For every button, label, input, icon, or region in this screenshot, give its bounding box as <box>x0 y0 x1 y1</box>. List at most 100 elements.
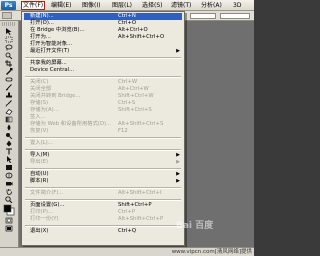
menu-file[interactable]: 文件(F) <box>21 1 46 10</box>
menu-item-open-as[interactable]: 打开为... Alt+Shift+Ctrl+O <box>24 34 182 41</box>
option-field[interactable] <box>220 13 250 19</box>
menu-item-import[interactable]: 导入(M) ▶ <box>24 152 182 159</box>
type-tool-icon[interactable] <box>3 148 15 155</box>
menu-item-revert[interactable]: 恢复(V) F12 <box>24 128 182 135</box>
menu-item-shortcut: Shift+Ctrl+P <box>118 202 152 208</box>
menu-analysis[interactable]: 分析(A) <box>200 1 223 10</box>
menu-item-open[interactable]: 打开(O)... Ctrl+O <box>24 20 182 27</box>
menu-item-scripts[interactable]: 脚本(R) ▶ <box>24 178 182 185</box>
menu-item-export[interactable]: 导出(E) ▶ <box>24 159 182 166</box>
crop-tool-icon[interactable] <box>3 60 15 67</box>
menu-image[interactable]: 图像(I) <box>81 1 101 10</box>
gradient-tool-icon[interactable] <box>3 116 15 123</box>
menu-item-label: 脚本(R) <box>30 178 49 184</box>
menu-item-exit[interactable]: 退出(X) Ctrl+Q <box>24 228 182 235</box>
quick-mask-icon[interactable] <box>3 217 15 224</box>
zoom-tool-icon[interactable] <box>3 196 15 203</box>
menu-item-file-info[interactable]: 文件简介(F)... Alt+Shift+Ctrl+I <box>24 190 182 197</box>
menu-item-label: 置入(L)... <box>30 140 53 146</box>
option-field[interactable] <box>190 13 216 19</box>
3d-rotate-tool-icon[interactable] <box>3 172 15 179</box>
dodge-tool-icon[interactable] <box>3 132 15 139</box>
marquee-tool-icon[interactable] <box>3 36 15 43</box>
lasso-tool-icon[interactable] <box>3 44 15 51</box>
hand-tool-icon[interactable] <box>3 188 15 195</box>
menu-item-shortcut: Alt+Ctrl+W <box>118 86 149 92</box>
menu-item-shortcut: Ctrl+P <box>118 209 136 215</box>
menu-item-label: 在 Bridge 中浏览(B)... <box>30 27 85 33</box>
file-menu-dropdown: 新建(N)... Ctrl+N 打开(O)... Ctrl+O 在 Bridge… <box>21 11 185 246</box>
menu-item-label: 打开为智能对象... <box>30 41 73 47</box>
menu-item-label: 存储为 Web 和设备所用格式(D)... <box>30 121 112 127</box>
status-bar: www.vipcn.com[清风网络]提供 <box>0 247 254 256</box>
path-selection-tool-icon[interactable] <box>3 156 15 163</box>
menu-separator <box>25 225 181 227</box>
menu-item-browse-in-bridge[interactable]: 在 Bridge 中浏览(B)... Alt+Ctrl+O <box>24 27 182 34</box>
shape-tool-icon[interactable] <box>3 164 15 171</box>
menu-layer[interactable]: 图层(L) <box>111 1 133 10</box>
menu-separator <box>25 137 181 139</box>
menu-item-label: Device Central... <box>30 67 75 73</box>
pen-tool-icon[interactable] <box>3 140 15 147</box>
menu-item-new[interactable]: 新建(N)... Ctrl+N <box>24 13 182 20</box>
menu-filter[interactable]: 滤镜(T) <box>170 1 192 10</box>
menu-separator <box>25 57 181 59</box>
menu-item-label: 共享我的屏幕... <box>30 60 67 66</box>
menu-item-label: 打开为... <box>30 34 51 40</box>
menu-item-save[interactable]: 存储(S) Ctrl+S <box>24 100 182 107</box>
menu-item-save-for-web[interactable]: 存储为 Web 和设备所用格式(D)... Alt+Shift+Ctrl+S <box>24 121 182 128</box>
menu-item-automate[interactable]: 自动(U) ▶ <box>24 171 182 178</box>
tool-preset-picker[interactable] <box>2 12 12 19</box>
menu-item-label: 关闭全部 <box>30 86 52 92</box>
menu-item-label: 自动(U) <box>30 171 49 177</box>
menu-item-shortcut: Alt+Ctrl+O <box>118 27 148 33</box>
menu-item-close[interactable]: 关闭(C) Ctrl+W <box>24 79 182 86</box>
quick-selection-tool-icon[interactable] <box>3 52 15 59</box>
menu-item-check-in[interactable]: 签入... <box>24 114 182 121</box>
menu-item-page-setup[interactable]: 页面设置(G)... Shift+Ctrl+P <box>24 202 182 209</box>
brush-tool-icon[interactable] <box>3 84 15 91</box>
panel-grip[interactable] <box>2 22 16 26</box>
menu-item-open-recent[interactable]: 最近打开文件(T) ▶ <box>24 48 182 55</box>
menu-item-print[interactable]: 打印(P)... Ctrl+P <box>24 209 182 216</box>
menu-3d[interactable]: 3D <box>232 1 242 10</box>
menu-item-label: 签入... <box>30 114 46 120</box>
menu-item-shortcut: Alt+Shift+Ctrl+O <box>118 34 165 40</box>
menu-item-shortcut: Ctrl+Q <box>118 228 137 234</box>
menu-item-label: 最近打开文件(T) <box>30 48 70 54</box>
menu-item-label: 导出(E) <box>30 159 49 165</box>
clone-stamp-tool-icon[interactable] <box>3 92 15 99</box>
menu-item-print-one-copy[interactable]: 打印一份(Y) Alt+Shift+Ctrl+P <box>24 216 182 223</box>
menu-item-save-as[interactable]: 存储为(A)... Shift+Ctrl+S <box>24 107 182 114</box>
menu-item-shortcut: Ctrl+N <box>118 13 136 19</box>
menu-item-close-all[interactable]: 关闭全部 Alt+Ctrl+W <box>24 86 182 93</box>
menu-item-share-my-screen[interactable]: 共享我的屏幕... <box>24 60 182 67</box>
menu-item-open-as-smart-object[interactable]: 打开为智能对象... <box>24 41 182 48</box>
menu-separator <box>25 199 181 201</box>
menu-item-shortcut: Alt+Shift+Ctrl+S <box>118 121 164 127</box>
menu-separator <box>25 187 181 189</box>
screen-mode-icon[interactable] <box>3 225 15 232</box>
eyedropper-tool-icon[interactable] <box>3 68 15 75</box>
baidu-watermark: Bai 百度 <box>176 221 214 231</box>
menu-item-close-and-go-to-bridge[interactable]: 关闭并转到 Bridge... Shift+Ctrl+W <box>24 93 182 100</box>
blur-tool-icon[interactable] <box>3 124 15 131</box>
eraser-tool-icon[interactable] <box>3 108 15 115</box>
3d-camera-tool-icon[interactable] <box>3 180 15 187</box>
photoshop-logo: Ps <box>1 1 16 10</box>
tools-panel <box>0 21 19 247</box>
menu-item-label: 导入(M) <box>30 152 50 158</box>
move-tool-icon[interactable] <box>3 28 15 35</box>
healing-brush-tool-icon[interactable] <box>3 76 15 83</box>
submenu-arrow-icon: ▶ <box>176 159 180 165</box>
menu-item-place[interactable]: 置入(L)... <box>24 140 182 147</box>
color-swatches-icon[interactable] <box>3 204 15 216</box>
menu-bar: Ps 文件(F) 编辑(E) 图像(I) 图层(L) 选择(S) 滤镜(T) 分… <box>0 0 254 11</box>
menu-edit[interactable]: 编辑(E) <box>50 1 72 10</box>
menu-item-device-central[interactable]: Device Central... <box>24 67 182 74</box>
menu-separator <box>25 76 181 78</box>
menu-select[interactable]: 选择(S) <box>141 1 164 10</box>
menu-item-label: 打开(O)... <box>30 20 54 26</box>
menu-item-label: 文件简介(F)... <box>30 190 64 196</box>
history-brush-tool-icon[interactable] <box>3 100 15 107</box>
